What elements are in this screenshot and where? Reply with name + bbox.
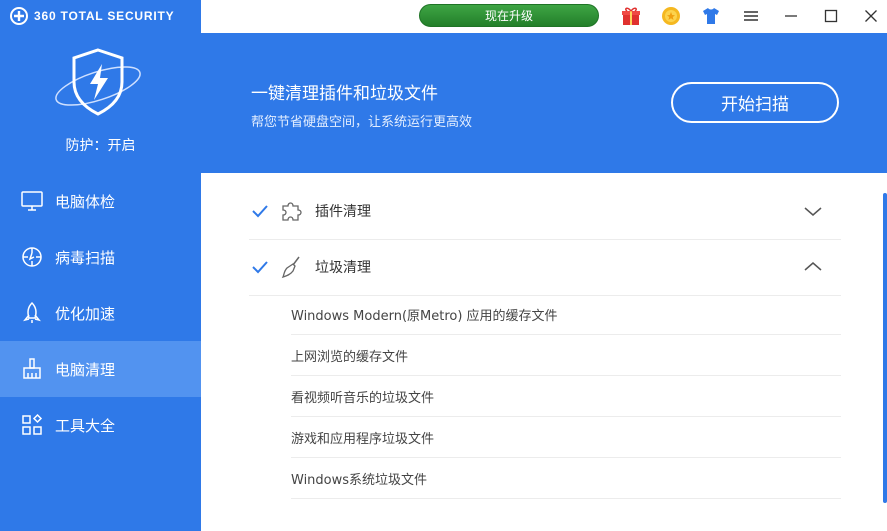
checkbox-checked-icon[interactable] bbox=[251, 258, 269, 276]
apps-grid-icon bbox=[22, 413, 43, 435]
rocket-icon bbox=[23, 301, 41, 323]
coin-icon[interactable] bbox=[660, 5, 682, 27]
sidebar-item-label: 电脑清理 bbox=[55, 360, 116, 379]
menu-icon[interactable] bbox=[740, 5, 762, 27]
chevron-down-icon[interactable] bbox=[803, 203, 823, 219]
checkbox-checked-icon[interactable] bbox=[251, 202, 269, 220]
junk-item[interactable]: 游戏和应用程序垃圾文件 bbox=[291, 417, 841, 458]
sidebar-nav: 电脑体检 病毒扫描 优化加速 电脑清理 工具大全 bbox=[0, 173, 201, 453]
upgrade-button[interactable]: 现在升级 bbox=[419, 4, 599, 27]
sidebar: 360 TOTAL SECURITY 防护：开启 电脑体检 病毒扫描 优化加速 … bbox=[0, 0, 201, 531]
sidebar-item-checkup[interactable]: 电脑体检 bbox=[0, 173, 201, 229]
plus-logo-icon bbox=[10, 7, 28, 25]
broom-icon bbox=[281, 256, 300, 279]
broom-icon bbox=[23, 358, 41, 379]
sidebar-item-speedup[interactable]: 优化加速 bbox=[0, 285, 201, 341]
banner-subtitle: 帮您节省硬盘空间，让系统运行更高效 bbox=[251, 115, 473, 130]
puzzle-icon bbox=[282, 202, 302, 221]
shield-icon bbox=[55, 48, 141, 116]
junk-item[interactable]: 看视频听音乐的垃圾文件 bbox=[291, 376, 841, 417]
junk-item[interactable]: 上网浏览的缓存文件 bbox=[291, 335, 841, 376]
chevron-up-icon[interactable] bbox=[803, 259, 823, 275]
sidebar-item-virus-scan[interactable]: 病毒扫描 bbox=[0, 229, 201, 285]
section-label: 插件清理 bbox=[315, 204, 371, 220]
section-junk-cleanup[interactable]: 垃圾清理 bbox=[249, 239, 841, 296]
banner-title: 一键清理插件和垃圾文件 bbox=[251, 84, 438, 104]
title-bar: 现在升级 bbox=[201, 0, 887, 33]
cleanup-content: 插件清理 垃圾清理 Windows Modern(原Metro) 应用的缓存文件… bbox=[201, 173, 887, 531]
sidebar-item-cleanup[interactable]: 电脑清理 bbox=[0, 341, 201, 397]
gift-icon[interactable] bbox=[620, 5, 642, 27]
junk-item[interactable]: Windows Modern(原Metro) 应用的缓存文件 bbox=[291, 294, 841, 335]
close-icon[interactable] bbox=[860, 5, 882, 27]
sidebar-item-label: 电脑体检 bbox=[55, 192, 116, 211]
section-plugin-cleanup[interactable]: 插件清理 bbox=[249, 183, 841, 240]
minimize-icon[interactable] bbox=[780, 5, 802, 27]
cleanup-banner: 一键清理插件和垃圾文件 帮您节省硬盘空间，让系统运行更高效 开始扫描 bbox=[201, 33, 887, 173]
app-logo: 360 TOTAL SECURITY bbox=[10, 6, 174, 26]
start-scan-button[interactable]: 开始扫描 bbox=[671, 82, 839, 123]
protection-status: 防护：开启 bbox=[65, 138, 136, 154]
sidebar-item-label: 病毒扫描 bbox=[55, 248, 116, 267]
monitor-icon bbox=[21, 191, 43, 211]
scan-target-icon bbox=[22, 247, 42, 267]
junk-item[interactable]: Windows系统垃圾文件 bbox=[291, 458, 841, 499]
sidebar-item-label: 优化加速 bbox=[55, 304, 116, 323]
sidebar-item-tools[interactable]: 工具大全 bbox=[0, 397, 201, 453]
sidebar-item-label: 工具大全 bbox=[55, 416, 116, 435]
maximize-icon[interactable] bbox=[820, 5, 842, 27]
scrollbar[interactable] bbox=[883, 193, 887, 503]
section-label: 垃圾清理 bbox=[315, 260, 371, 276]
tshirt-icon[interactable] bbox=[700, 5, 722, 27]
app-name: 360 TOTAL SECURITY bbox=[34, 9, 175, 23]
